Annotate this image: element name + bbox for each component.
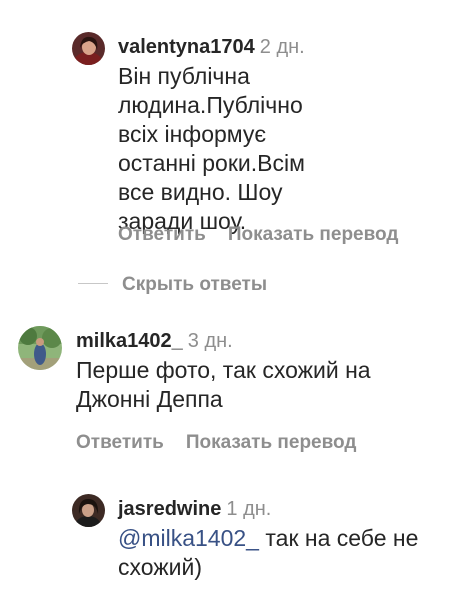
- comment-username[interactable]: valentyna1704: [118, 36, 255, 58]
- show-translation-button[interactable]: Показать перевод: [186, 432, 357, 454]
- comment-text: Він публічна людина.Публічно всіх інформ…: [118, 63, 305, 234]
- comment-username[interactable]: milka1402_: [76, 330, 183, 352]
- user-mention-link[interactable]: @milka1402_: [118, 525, 259, 551]
- profile-photo-icon: [72, 494, 105, 527]
- comment-time: 2 дн.: [259, 36, 305, 58]
- reply-button[interactable]: Ответить: [76, 432, 164, 454]
- avatar[interactable]: [72, 494, 105, 527]
- comment-text: @milka1402_ так на себе не схожий): [118, 524, 448, 582]
- comment-time: 3 дн.: [187, 330, 233, 352]
- profile-photo-icon: [72, 32, 105, 65]
- profile-photo-icon: [18, 326, 62, 370]
- hide-replies-label: Скрыть ответы: [122, 274, 268, 295]
- hide-replies-button[interactable]: Скрыть ответы: [78, 274, 267, 296]
- show-translation-button[interactable]: Показать перевод: [228, 224, 399, 246]
- comment-username[interactable]: jasredwine: [118, 498, 221, 520]
- comment-text: Перше фото, так схожий на Джонні Деппа: [76, 357, 371, 412]
- avatar[interactable]: [18, 326, 62, 370]
- reply-button[interactable]: Ответить: [118, 224, 206, 246]
- comment-time: 1 дн.: [226, 498, 272, 520]
- divider-line: [78, 283, 108, 285]
- avatar[interactable]: [72, 32, 105, 65]
